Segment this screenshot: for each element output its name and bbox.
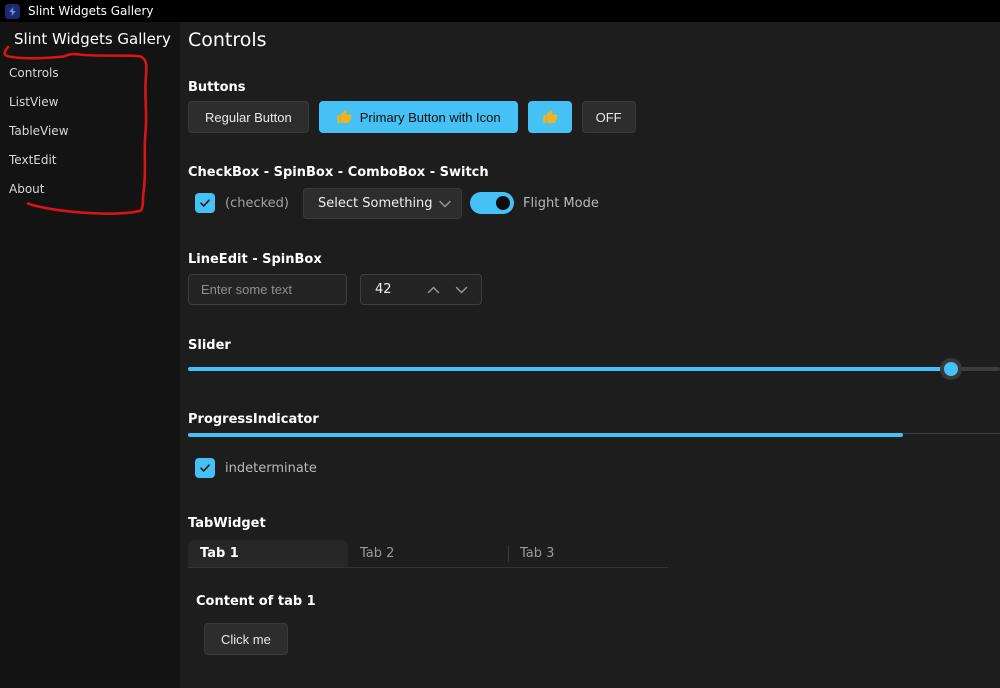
- spinbox-increment-button[interactable]: [419, 275, 447, 304]
- tab-bar: Tab 1 Tab 2 Tab 3: [188, 540, 668, 567]
- checked-checkbox-label: (checked): [225, 196, 289, 211]
- slider[interactable]: [188, 358, 1000, 380]
- indeterminate-checkbox-label: indeterminate: [225, 461, 317, 476]
- sidebar: Slint Widgets Gallery Controls ListView …: [0, 22, 180, 688]
- spinbox-value: 42: [375, 282, 392, 297]
- tab-2[interactable]: Tab 2: [348, 540, 508, 567]
- sidebar-item-textedit[interactable]: TextEdit: [0, 145, 180, 174]
- main-content: Controls Buttons Regular Button Primary …: [180, 22, 1000, 688]
- window-title: Slint Widgets Gallery: [28, 4, 154, 18]
- slider-handle[interactable]: [940, 358, 963, 380]
- lineedit-input[interactable]: [188, 274, 347, 305]
- switch-knob: [496, 196, 510, 210]
- slider-fill: [188, 367, 952, 371]
- slint-logo-icon: [5, 3, 20, 19]
- sidebar-item-about[interactable]: About: [0, 174, 180, 203]
- regular-button[interactable]: Regular Button: [188, 101, 309, 133]
- sidebar-title: Slint Widgets Gallery: [14, 30, 171, 48]
- tab-1[interactable]: Tab 1: [188, 540, 348, 567]
- spinbox: 42: [360, 274, 482, 305]
- thumb-button[interactable]: [527, 101, 572, 133]
- slider-section-title: Slider: [188, 338, 231, 353]
- window-titlebar: Slint Widgets Gallery: [0, 0, 1000, 22]
- sidebar-item-controls[interactable]: Controls: [0, 58, 180, 87]
- combobox[interactable]: Select Something: [303, 188, 462, 219]
- buttons-section-title: Buttons: [188, 80, 246, 95]
- click-me-button[interactable]: Click me: [204, 623, 288, 655]
- widgets-section-title: CheckBox - SpinBox - ComboBox - Switch: [188, 165, 489, 180]
- lineedit-row: 42: [188, 274, 988, 305]
- indeterminate-checkbox[interactable]: [195, 458, 215, 478]
- tab-content-title: Content of tab 1: [196, 594, 316, 609]
- combobox-value: Select Something: [318, 196, 433, 211]
- tab-3[interactable]: Tab 3: [508, 540, 668, 567]
- tab-underline: [188, 567, 668, 568]
- tabwidget-section-title: TabWidget: [188, 516, 266, 531]
- progress-section-title: ProgressIndicator: [188, 412, 319, 427]
- lineedit-section-title: LineEdit - SpinBox: [188, 252, 322, 267]
- flight-mode-label: Flight Mode: [523, 196, 599, 211]
- off-button[interactable]: OFF: [581, 101, 636, 133]
- buttons-row: Regular Button Primary Button with Icon …: [188, 101, 636, 133]
- spinbox-decrement-button[interactable]: [447, 275, 475, 304]
- widgets-row: (checked) Select Something Flight Mode: [188, 188, 988, 219]
- flight-mode-switch[interactable]: [470, 192, 514, 214]
- page-title: Controls: [188, 29, 267, 51]
- thumbs-up-icon: [336, 109, 352, 125]
- progress-indicator: [188, 433, 1000, 437]
- progress-fill: [188, 433, 903, 437]
- checkmark-icon: [199, 197, 211, 209]
- checkmark-icon: [199, 462, 211, 474]
- sidebar-item-tableview[interactable]: TableView: [0, 116, 180, 145]
- thumbs-up-icon: [542, 109, 558, 125]
- primary-button-label: Primary Button with Icon: [359, 109, 501, 125]
- sidebar-item-listview[interactable]: ListView: [0, 87, 180, 116]
- chevron-down-icon: [439, 200, 451, 208]
- primary-button[interactable]: Primary Button with Icon: [318, 101, 518, 133]
- checked-checkbox[interactable]: [195, 193, 215, 213]
- sidebar-nav: Controls ListView TableView TextEdit Abo…: [0, 58, 180, 203]
